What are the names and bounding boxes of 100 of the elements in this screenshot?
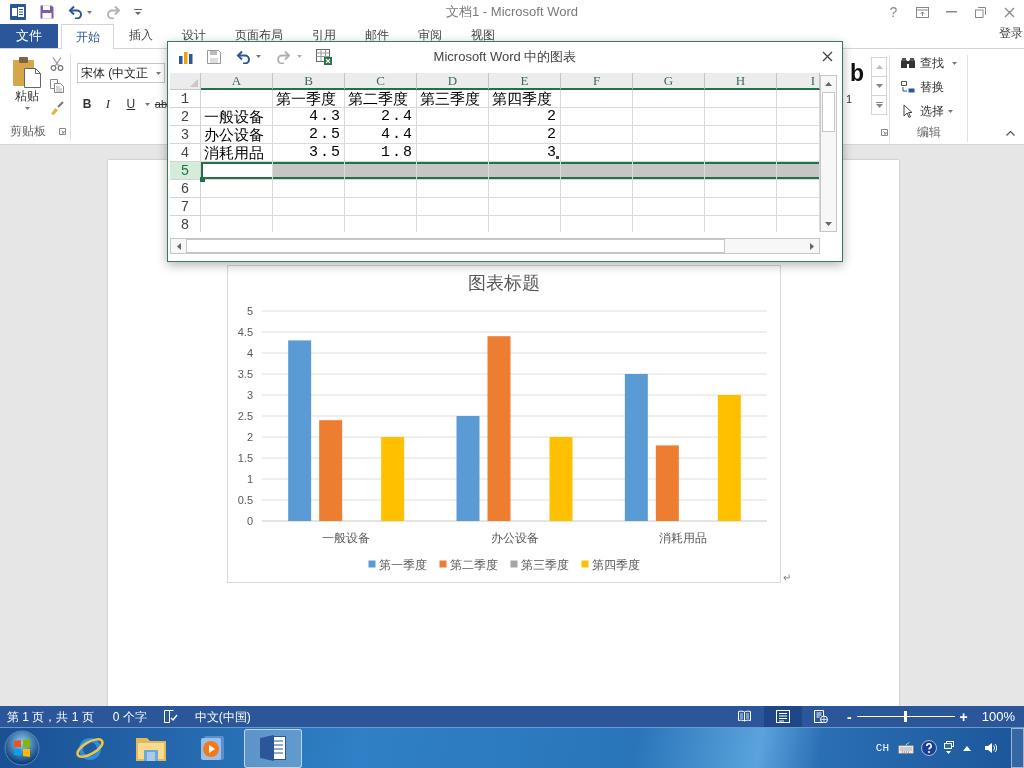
close-icon[interactable] — [822, 51, 833, 62]
scrollbar-thumb[interactable] — [186, 239, 725, 253]
gallery-more-button[interactable] — [871, 95, 887, 115]
strikethrough-button[interactable]: ab — [154, 98, 167, 110]
table-cell[interactable] — [201, 180, 273, 198]
table-cell[interactable] — [489, 180, 561, 198]
ribbon-tab[interactable]: 视图 — [456, 24, 509, 41]
ribbon-display-icon[interactable] — [916, 6, 929, 18]
dialog-launcher-icon[interactable] — [881, 128, 888, 136]
redo-icon[interactable] — [277, 49, 291, 64]
row-header[interactable]: 6 — [170, 180, 201, 198]
help-icon[interactable] — [921, 740, 937, 756]
table-cell[interactable] — [273, 162, 345, 180]
table-cell[interactable] — [705, 198, 777, 216]
select-all-icon[interactable] — [190, 79, 198, 87]
gallery-down-button[interactable] — [871, 76, 887, 96]
table-cell[interactable] — [561, 198, 633, 216]
table-cell[interactable] — [273, 198, 345, 216]
fill-handle-icon[interactable] — [200, 177, 205, 182]
zoom-slider[interactable] — [856, 711, 955, 722]
table-cell[interactable] — [633, 90, 705, 108]
caret-up-icon[interactable] — [963, 745, 971, 751]
bar-chart-icon[interactable] — [178, 49, 194, 64]
table-cell[interactable] — [273, 180, 345, 198]
table-cell[interactable] — [633, 198, 705, 216]
scroll-up-icon[interactable] — [825, 81, 832, 86]
table-cell[interactable] — [777, 162, 820, 180]
font-name-field[interactable]: 宋体 (中文正 — [77, 63, 165, 83]
replace-button[interactable]: 替换 — [900, 79, 967, 95]
column-header[interactable]: E — [489, 73, 561, 90]
table-cell[interactable] — [417, 126, 489, 144]
scroll-left-icon[interactable] — [176, 242, 181, 250]
table-cell[interactable]: 4.3 — [273, 108, 345, 126]
table-cell[interactable]: 第三季度 — [417, 90, 489, 108]
table-cell[interactable] — [417, 180, 489, 198]
table-cell[interactable] — [705, 90, 777, 108]
row-header[interactable]: 2 — [170, 108, 201, 126]
ribbon-tab[interactable]: 审阅 — [403, 24, 456, 41]
sign-in-link[interactable]: 登录 — [999, 26, 1023, 40]
table-cell[interactable] — [417, 108, 489, 126]
bold-button[interactable]: B — [82, 97, 92, 111]
underline-button[interactable]: U — [125, 97, 136, 111]
table-cell[interactable] — [561, 180, 633, 198]
save-icon[interactable] — [207, 49, 221, 64]
scroll-right-icon[interactable] — [809, 242, 814, 250]
table-cell[interactable] — [561, 90, 633, 108]
select-button[interactable]: 选择 — [900, 103, 967, 119]
table-cell[interactable]: 2.4 — [345, 108, 417, 126]
page-number-button[interactable]: 第 1 页，共 1 页 — [7, 709, 94, 724]
table-cell[interactable] — [705, 162, 777, 180]
zoom-level-button[interactable]: 100% — [981, 709, 1015, 724]
customize-icon[interactable] — [134, 7, 142, 17]
ribbon-tab[interactable]: 开始 — [61, 24, 114, 49]
word-count-button[interactable]: 0 个字 — [112, 709, 147, 724]
column-header[interactable]: G — [633, 73, 705, 90]
row-header[interactable]: 3 — [170, 126, 201, 144]
language-button[interactable]: 中文(中国) — [194, 709, 251, 724]
ribbon-tab[interactable]: 引用 — [297, 24, 350, 41]
table-cell[interactable]: 2 — [489, 108, 561, 126]
row-header[interactable]: 5 — [170, 162, 201, 180]
minimize-icon[interactable] — [946, 11, 957, 13]
italic-button[interactable]: I — [102, 97, 113, 111]
table-cell[interactable] — [201, 162, 273, 180]
table-cell[interactable] — [561, 162, 633, 180]
start-orb-icon[interactable] — [4, 730, 40, 766]
style-gallery-item[interactable]: b 1 — [842, 55, 871, 117]
taskbar-button[interactable] — [244, 728, 302, 768]
copy-icon[interactable] — [50, 79, 64, 93]
table-cell[interactable] — [705, 126, 777, 144]
paste-button[interactable]: 粘贴 — [4, 54, 50, 118]
table-cell[interactable] — [417, 162, 489, 180]
table-cell[interactable]: 第一季度 — [273, 90, 345, 108]
column-header[interactable]: B — [273, 73, 345, 90]
table-cell[interactable] — [633, 126, 705, 144]
scroll-down-icon[interactable] — [825, 221, 832, 226]
undo-icon[interactable] — [68, 5, 83, 19]
gallery-up-button[interactable] — [871, 57, 887, 77]
find-button[interactable]: 查找 — [900, 55, 967, 71]
table-cell[interactable] — [705, 108, 777, 126]
table-cell[interactable] — [345, 180, 417, 198]
table-cell[interactable]: 第二季度 — [345, 90, 417, 108]
table-cell[interactable]: 2 — [489, 126, 561, 144]
table-cell[interactable]: 2.5 — [273, 126, 345, 144]
horizontal-scrollbar[interactable] — [170, 238, 820, 254]
table-cell[interactable]: 第四季度 — [489, 90, 561, 108]
table-cell[interactable] — [633, 108, 705, 126]
help-button[interactable]: ? — [879, 0, 908, 24]
table-cell[interactable] — [417, 198, 489, 216]
column-header[interactable]: H — [705, 73, 777, 90]
ribbon-tab[interactable]: 页面布局 — [220, 24, 297, 41]
zoom-in-button[interactable]: + — [959, 709, 968, 724]
range-handle-icon[interactable] — [556, 156, 559, 159]
row-header[interactable]: 1 — [170, 90, 201, 108]
proofing-icon[interactable] — [163, 710, 178, 723]
column-header[interactable]: C — [345, 73, 417, 90]
collapse-ribbon-icon[interactable] — [1006, 131, 1015, 136]
row-header[interactable]: 7 — [170, 198, 201, 216]
table-cell[interactable] — [489, 198, 561, 216]
table-cell[interactable] — [561, 126, 633, 144]
table-cell[interactable]: 4.4 — [345, 126, 417, 144]
